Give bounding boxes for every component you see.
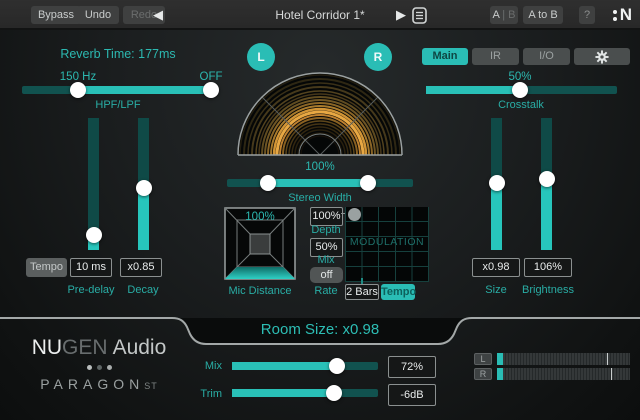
tab-main[interactable]: Main [422,48,468,65]
trim-value-box[interactable]: -6dB [388,384,436,406]
ab-inactive-label: | B [502,9,515,21]
mod-rate-label: Rate [306,285,346,297]
modulation-xy-handle[interactable] [348,208,361,221]
decay-label: Decay [113,284,173,296]
preset-next-icon[interactable]: ▶ [396,5,406,25]
meter-right-label: R [474,368,492,380]
hpf-lpf-slider[interactable] [22,86,218,94]
solo-left-button[interactable]: L [247,43,275,71]
reverb-time-readout: Reverb Time: 177ms [38,47,198,61]
impulse-response-dome-visualization [235,69,405,157]
ab-active-label: A [492,9,499,21]
crosstalk-label: Crosstalk [471,99,571,111]
stereo-width-low-thumb[interactable] [260,175,276,191]
stereo-width-readout: 100% [290,161,350,173]
decay-slider-fill [138,188,149,250]
hpf-slider-thumb[interactable] [70,82,86,98]
a-to-b-button[interactable]: A to B [523,6,563,24]
lpf-slider-thumb[interactable] [203,82,219,98]
tab-io[interactable]: I/O [523,48,570,65]
meter-left-peak-tick [607,353,608,365]
hpf-lpf-slider-fill [78,86,211,94]
stereo-width-slider-fill [268,179,368,187]
brightness-value-box[interactable]: 106% [524,258,572,277]
mic-distance-readout: 100% [224,211,296,223]
pre-delay-value-box[interactable]: 10 ms [70,258,112,277]
gear-icon [595,50,609,64]
bypass-button[interactable]: Bypass [31,6,81,24]
size-value-box[interactable]: x0.98 [472,258,520,277]
crosstalk-slider-fill [426,86,520,94]
modulation-watermark: MODULATION [345,236,429,248]
pre-delay-label: Pre-delay [61,284,121,296]
crosstalk-slider[interactable] [426,86,617,94]
ab-toggle-button[interactable]: A | B [490,6,518,24]
size-slider-fill [491,183,502,250]
nugen-logo[interactable]: N [613,5,632,25]
mix-label: Mix [182,360,222,372]
pre-delay-slider-thumb[interactable] [86,227,102,243]
meter-left-label: L [474,353,492,365]
trim-slider-fill [232,389,334,397]
mod-rate-value-box[interactable]: 2 Bars [345,284,379,300]
brand-nugen-audio: NUGENAudio [24,336,174,360]
undo-button[interactable]: Undo [77,6,119,24]
tab-ir[interactable]: IR [472,48,519,65]
solo-right-button[interactable]: R [364,43,392,71]
size-slider[interactable] [491,118,502,250]
pre-delay-slider[interactable] [88,118,99,250]
room-size-readout: Room Size: x0.98 [170,321,470,338]
brightness-slider-fill [541,179,552,250]
brightness-slider[interactable] [541,118,552,250]
decay-slider[interactable] [138,118,149,250]
meter-left [497,353,630,365]
nugen-logo-letter: N [620,5,632,25]
modulation-xy-pad[interactable]: MODULATION [345,207,429,282]
trim-label: Trim [182,388,222,400]
brightness-slider-thumb[interactable] [539,171,555,187]
top-toolbar: Bypass Undo Redo ◀ Hotel Corridor 1* ▶ A… [0,0,640,30]
stereo-width-high-thumb[interactable] [360,175,376,191]
trim-slider[interactable] [232,389,378,397]
meter-right-level [497,368,503,380]
stereo-width-label: Stereo Width [270,192,370,204]
settings-gear-button[interactable] [574,48,630,65]
size-slider-thumb[interactable] [489,175,505,191]
brand-product-name: PARAGONST [24,376,174,392]
hpf-lpf-label: HPF/LPF [68,99,168,111]
preset-prev-icon[interactable]: ◀ [153,5,163,25]
mix-slider-fill [232,362,337,370]
mod-onoff-button[interactable]: off [310,267,343,283]
decay-slider-thumb[interactable] [136,180,152,196]
meter-left-level [497,353,503,365]
brand-dots-icon [24,365,174,370]
stereo-width-slider[interactable] [227,179,413,187]
brand-block: NUGENAudio PARAGONST [24,336,174,392]
mod-tempo-toggle[interactable]: Tempo [381,284,415,300]
brightness-label: Brightness [514,284,582,296]
decay-value-box[interactable]: x0.85 [120,258,162,277]
trim-slider-thumb[interactable] [326,385,342,401]
mix-slider[interactable] [232,362,378,370]
nugen-logo-dots-icon [613,10,617,21]
preset-name[interactable]: Hotel Corridor 1* [220,8,420,22]
paragon-plugin-window: Bypass Undo Redo ◀ Hotel Corridor 1* ▶ A… [0,0,640,420]
mix-value-box[interactable]: 72% [388,356,436,378]
mic-distance-label: Mic Distance [220,285,300,297]
meter-right-peak-tick [611,368,612,380]
crosstalk-slider-thumb[interactable] [512,82,528,98]
meter-right [497,368,630,380]
mix-slider-thumb[interactable] [329,358,345,374]
mod-depth-label: Depth [306,224,346,236]
help-button[interactable]: ? [579,6,595,24]
mod-mix-label: Mix [306,254,346,266]
predelay-tempo-button[interactable]: Tempo [26,258,67,277]
preset-list-icon[interactable] [412,7,427,24]
